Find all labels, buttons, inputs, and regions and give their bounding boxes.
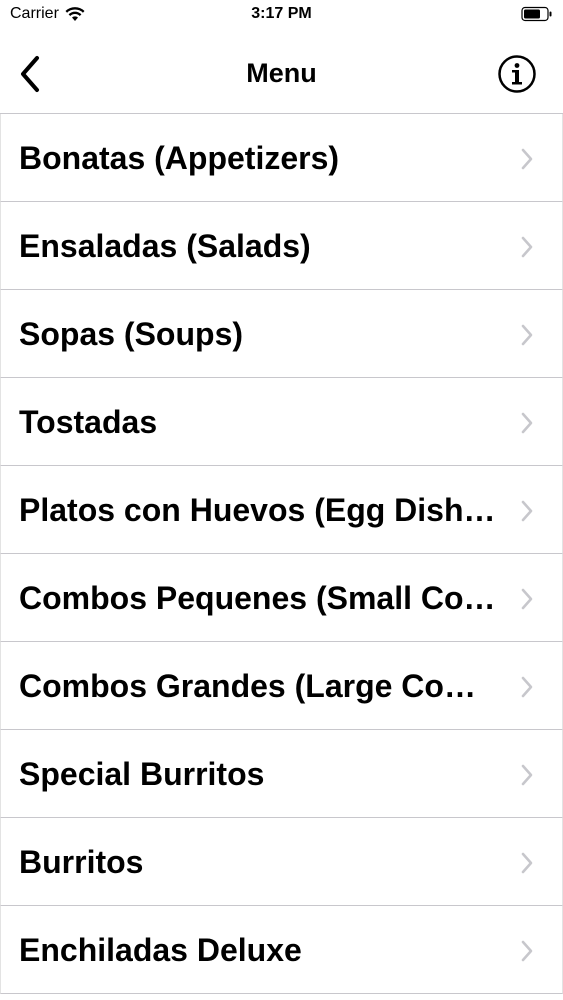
chevron-right-icon <box>521 764 533 786</box>
menu-item-label: Special Burritos <box>19 756 265 792</box>
battery-icon <box>521 6 553 22</box>
menu-item-enchiladas-deluxe[interactable]: Enchiladas Deluxe <box>0 906 563 994</box>
menu-item-combos-pequenes[interactable]: Combos Pequenes (Small Combos) <box>0 554 563 642</box>
chevron-right-icon <box>521 324 533 346</box>
menu-item-ensaladas[interactable]: Ensaladas (Salads) <box>0 202 563 290</box>
info-button[interactable] <box>497 54 537 94</box>
chevron-right-icon <box>521 500 533 522</box>
chevron-left-icon <box>21 56 39 92</box>
menu-item-label: Combos Pequenes (Small Combos) <box>19 580 497 616</box>
menu-item-label: Tostadas <box>19 404 158 440</box>
menu-item-label: Bonatas (Appetizers) <box>19 140 340 176</box>
menu-item-label: Ensaladas (Salads) <box>19 228 311 264</box>
status-bar: Carrier 3:17 PM <box>0 0 563 30</box>
chevron-right-icon <box>521 940 533 962</box>
chevron-right-icon <box>521 412 533 434</box>
menu-item-label: Burritos <box>19 844 144 880</box>
back-button[interactable] <box>10 50 50 98</box>
menu-item-sopas[interactable]: Sopas (Soups) <box>0 290 563 378</box>
chevron-right-icon <box>521 148 533 170</box>
chevron-right-icon <box>521 676 533 698</box>
menu-item-platos-con-huevos[interactable]: Platos con Huevos (Egg Dishes) <box>0 466 563 554</box>
menu-item-burritos[interactable]: Burritos <box>0 818 563 906</box>
chevron-right-icon <box>521 236 533 258</box>
menu-item-label: Platos con Huevos (Egg Dishes) <box>19 492 497 528</box>
chevron-right-icon <box>521 852 533 874</box>
screen: Carrier 3:17 PM Menu Bonatas (Appetizers… <box>0 0 563 1000</box>
page-title: Menu <box>246 58 317 88</box>
navigation-bar: Menu <box>0 30 563 114</box>
menu-item-label: Combos Grandes (Large Combos) <box>19 668 497 704</box>
menu-item-label: Sopas (Soups) <box>19 316 244 352</box>
info-icon <box>498 55 536 93</box>
menu-item-special-burritos[interactable]: Special Burritos <box>0 730 563 818</box>
chevron-right-icon <box>521 588 533 610</box>
menu-list: Bonatas (Appetizers) Ensaladas (Salads) … <box>0 114 563 994</box>
menu-item-label: Enchiladas Deluxe <box>19 932 302 968</box>
menu-item-bonatas[interactable]: Bonatas (Appetizers) <box>0 114 563 202</box>
menu-item-combos-grandes[interactable]: Combos Grandes (Large Combos) <box>0 642 563 730</box>
menu-item-tostadas[interactable]: Tostadas <box>0 378 563 466</box>
status-time: 3:17 PM <box>251 5 312 22</box>
